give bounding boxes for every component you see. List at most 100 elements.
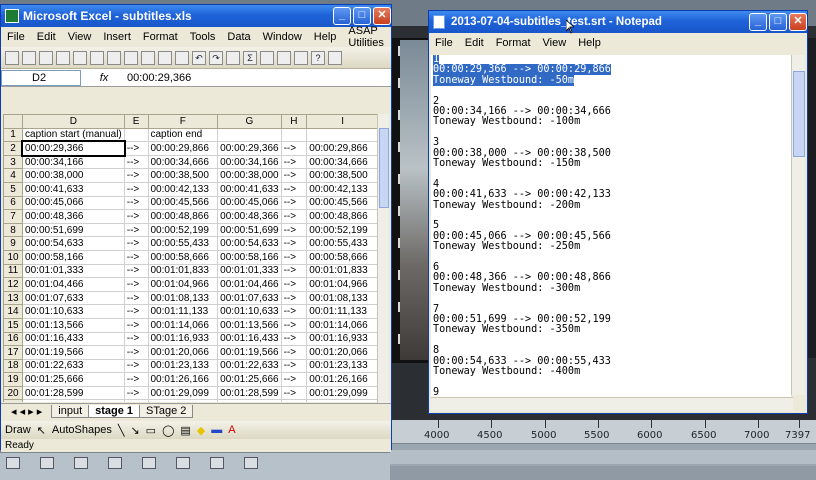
cell[interactable]: 00:01:07,633 <box>22 290 125 306</box>
cell[interactable]: 00:00:55,433 <box>306 236 379 251</box>
print-preview-icon[interactable] <box>107 50 121 65</box>
cell[interactable]: --> <box>280 317 308 333</box>
cell[interactable]: 00:01:04,966 <box>306 277 379 292</box>
row-header[interactable]: 18 <box>3 358 24 374</box>
cell[interactable]: 00:01:26,166 <box>306 372 379 387</box>
permission-icon[interactable] <box>56 50 70 65</box>
cell[interactable]: --> <box>123 141 149 156</box>
cell[interactable]: 00:01:20,066 <box>147 345 219 360</box>
vertical-scrollbar[interactable] <box>791 55 805 395</box>
cell[interactable]: 00:00:29,866 <box>147 141 219 156</box>
cell[interactable]: 00:00:45,566 <box>306 195 379 211</box>
cell[interactable]: --> <box>123 168 149 183</box>
cell[interactable]: 00:00:38,500 <box>306 168 379 183</box>
cell[interactable]: 00:01:28,599 <box>217 385 282 401</box>
cell[interactable]: --> <box>123 345 149 360</box>
cell[interactable]: 00:00:38,000 <box>217 168 282 183</box>
cell[interactable] <box>306 127 379 143</box>
tool-button[interactable] <box>108 457 122 469</box>
menu-file[interactable]: File <box>1 31 31 43</box>
oval-icon[interactable]: ◯ <box>162 424 174 437</box>
maximize-button[interactable]: □ <box>769 13 787 31</box>
audio-track[interactable] <box>380 466 816 480</box>
cell[interactable]: 00:00:38,500 <box>147 168 219 183</box>
cell[interactable]: --> <box>280 372 308 387</box>
cell[interactable]: 00:01:11,133 <box>147 304 219 319</box>
cell[interactable]: --> <box>123 304 149 319</box>
cell[interactable]: 00:01:22,633 <box>22 358 125 374</box>
tool-button[interactable] <box>142 457 156 469</box>
cell[interactable]: 00:01:01,333 <box>22 263 125 279</box>
cell[interactable]: 00:00:52,199 <box>306 222 379 238</box>
line-color-icon[interactable]: ▬ <box>211 424 222 436</box>
redo-icon[interactable]: ↷ <box>209 50 223 65</box>
cell[interactable]: 00:00:42,133 <box>147 181 219 197</box>
cell[interactable]: --> <box>280 249 308 265</box>
draw-menu[interactable]: Draw <box>5 424 31 436</box>
formula-input[interactable]: 00:00:29,366 <box>127 72 191 84</box>
undo-icon[interactable]: ↶ <box>192 50 206 65</box>
cell[interactable]: --> <box>280 209 308 224</box>
cell[interactable]: 00:00:34,166 <box>22 154 125 170</box>
cell[interactable]: --> <box>280 263 308 279</box>
cell[interactable]: --> <box>280 195 308 211</box>
cell[interactable]: 00:00:58,666 <box>306 249 379 265</box>
column-header[interactable]: G <box>217 114 282 129</box>
cell[interactable] <box>280 127 308 143</box>
cell[interactable]: --> <box>123 290 149 306</box>
row-header[interactable]: 8 <box>3 222 24 238</box>
row-header[interactable]: 11 <box>3 263 24 279</box>
print-icon[interactable] <box>90 50 104 65</box>
textbox-icon[interactable]: ▤ <box>180 424 190 437</box>
menu-window[interactable]: Window <box>257 31 308 43</box>
row-header[interactable]: 14 <box>3 304 24 319</box>
maximize-button[interactable]: □ <box>353 7 371 25</box>
cell[interactable]: 00:01:32,032 <box>147 399 219 402</box>
cell[interactable]: 00:00:54,633 <box>217 236 282 251</box>
select-all[interactable] <box>3 114 24 129</box>
cell[interactable]: 00:01:25,666 <box>217 372 282 387</box>
notepad-text-area[interactable]: 1 00:00:29,366 --> 00:00:29,866 Toneway We… <box>431 55 791 409</box>
align-icon[interactable] <box>328 50 342 65</box>
sort-ascending-icon[interactable] <box>260 50 274 65</box>
scroll-thumb[interactable] <box>379 128 389 208</box>
cell[interactable]: --> <box>280 358 308 374</box>
cell[interactable]: 00:00:34,166 <box>217 154 282 170</box>
cell[interactable]: 00:00:41,633 <box>22 181 125 197</box>
cell[interactable]: 00:00:29,866 <box>306 141 379 156</box>
email-icon[interactable] <box>73 50 87 65</box>
cell[interactable]: 00:01:08,133 <box>147 290 219 306</box>
cell[interactable]: 00:01:11,133 <box>306 304 379 319</box>
menu-data[interactable]: Data <box>221 31 256 43</box>
row-header[interactable]: 5 <box>3 181 24 197</box>
row-header[interactable]: 19 <box>3 372 24 387</box>
cell[interactable]: 00:00:45,566 <box>147 195 219 211</box>
autosum-icon[interactable]: Σ <box>243 50 257 65</box>
scroll-thumb[interactable] <box>793 71 805 157</box>
cell[interactable]: --> <box>123 249 149 265</box>
cell[interactable]: 00:01:13,566 <box>217 317 282 333</box>
tab-stage-1[interactable]: stage 1 <box>88 405 141 418</box>
cell[interactable]: --> <box>123 399 149 402</box>
cell[interactable]: 00:01:23,133 <box>147 358 219 374</box>
cell[interactable]: --> <box>280 399 308 402</box>
arrow-icon[interactable]: ↘ <box>130 424 139 437</box>
chart-wizard-icon[interactable] <box>294 50 308 65</box>
save-icon[interactable] <box>39 50 53 65</box>
help-icon[interactable]: ? <box>311 50 325 65</box>
cell[interactable]: 00:01:14,066 <box>306 317 379 333</box>
cell[interactable]: 00:00:34,666 <box>147 154 219 170</box>
spelling-icon[interactable] <box>124 50 138 65</box>
cell[interactable]: 00:01:04,466 <box>22 277 125 292</box>
cell[interactable]: 00:00:58,166 <box>217 249 282 265</box>
open-icon[interactable] <box>22 50 36 65</box>
menu-view[interactable]: View <box>62 31 98 43</box>
menu-view[interactable]: View <box>537 37 573 49</box>
row-header[interactable]: 9 <box>3 236 24 251</box>
cell[interactable] <box>217 127 282 143</box>
notepad-titlebar[interactable]: 2013-07-04-subtitles_test.srt - Notepad … <box>429 11 807 33</box>
menu-asap-utilities[interactable]: ASAP Utilities <box>342 25 391 49</box>
cut-icon[interactable] <box>141 50 155 65</box>
column-header[interactable]: D <box>22 114 125 129</box>
tool-button[interactable] <box>6 457 20 469</box>
